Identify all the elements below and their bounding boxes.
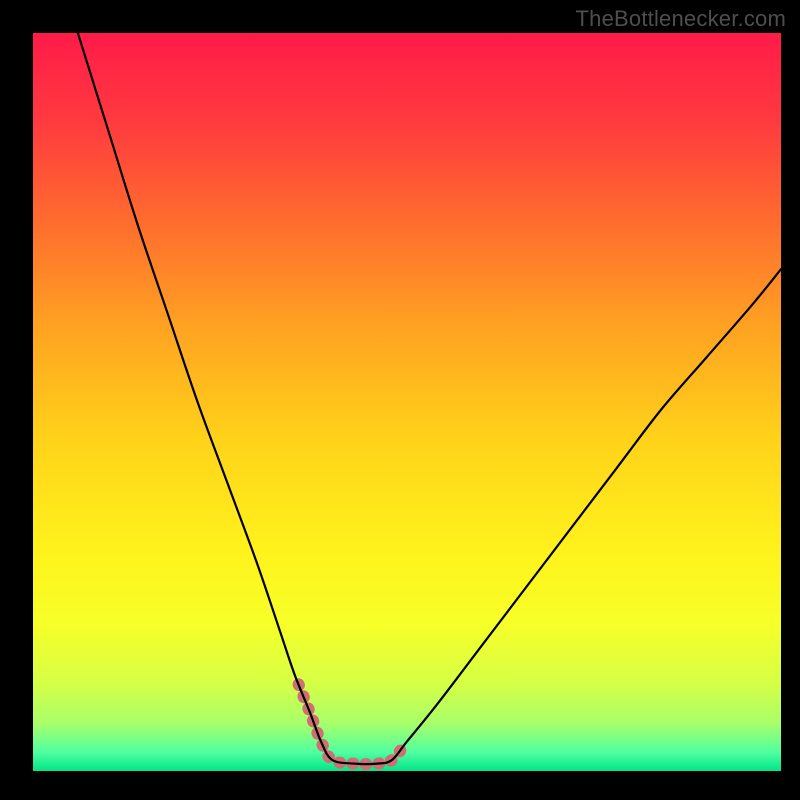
watermark-text: TheBottlenecker.com <box>576 6 786 32</box>
bottleneck-chart <box>33 33 781 771</box>
plot-area <box>33 33 781 771</box>
outer-frame: TheBottlenecker.com <box>0 0 800 800</box>
